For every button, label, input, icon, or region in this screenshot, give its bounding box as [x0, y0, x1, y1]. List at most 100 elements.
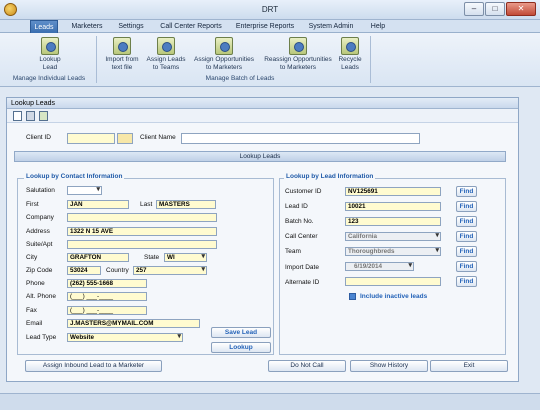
call-center-select[interactable]: California [345, 232, 441, 241]
alt-phone-input[interactable]: (___) ___-____ [67, 292, 147, 301]
tab-marketers[interactable]: Marketers [68, 20, 106, 33]
print-icon[interactable] [26, 111, 35, 121]
ribbon-separator [96, 36, 97, 83]
reassign-opportunities-button[interactable]: Reassign Opportunities to Marketers [260, 37, 336, 72]
lead-type-label: Lead Type [26, 334, 57, 341]
team-select[interactable]: Thoroughbreds [345, 247, 441, 256]
fax-input[interactable]: (___) ___-____ [67, 306, 147, 315]
suite-input[interactable] [67, 240, 217, 249]
import-date-picker[interactable]: 6/19/2014 [345, 262, 414, 271]
group-label-batch: Manage Batch of Leads [205, 75, 275, 82]
recycle-leads-button[interactable]: Recycle Leads [334, 37, 366, 72]
lead-info-legend: Lookup by Lead Information [284, 173, 376, 180]
import-file-icon [113, 37, 131, 55]
city-label: City [26, 254, 38, 261]
country-select[interactable]: 257 [133, 266, 207, 275]
address-input[interactable]: 1322 N 15 AVE [67, 227, 217, 236]
batch-no-input[interactable]: 123 [345, 217, 441, 226]
suite-label: Suite/Apt [26, 241, 53, 248]
tab-help[interactable]: Help [366, 20, 390, 33]
tab-enterprise-reports[interactable]: Enterprise Reports [234, 20, 296, 33]
status-bar [0, 393, 540, 410]
find-alternate-id-button[interactable]: Find [456, 276, 477, 287]
find-team-button[interactable]: Find [456, 246, 477, 257]
first-name-input[interactable]: JAN [67, 200, 129, 209]
phone-input[interactable]: (262) 555-1668 [67, 279, 147, 288]
tab-system-admin[interactable]: System Admin [306, 20, 356, 33]
zip-code-label: Zip Code [26, 267, 53, 274]
client-name-label: Client Name [140, 134, 176, 141]
phone-label: Phone [26, 280, 45, 287]
state-label: State [144, 254, 160, 261]
new-document-icon[interactable] [13, 111, 22, 121]
minimize-button[interactable]: – [464, 2, 484, 16]
email-label: Email [26, 320, 43, 327]
company-label: Company [26, 214, 54, 221]
lead-id-input[interactable]: 10021 [345, 202, 441, 211]
maximize-button[interactable]: □ [485, 2, 505, 16]
folder-browse-icon[interactable] [117, 133, 133, 144]
lookup-leads-section-header: Lookup Leads [14, 151, 506, 162]
group-label-individual: Manage Individual Leads [12, 75, 86, 82]
export-icon[interactable] [39, 111, 48, 121]
import-text-file-button[interactable]: Import from text file [100, 37, 144, 72]
lookup-button[interactable]: Lookup [211, 342, 271, 353]
client-id-label: Client ID [26, 134, 51, 141]
close-button[interactable]: ✕ [506, 2, 536, 16]
find-customer-id-button[interactable]: Find [456, 186, 477, 197]
last-name-input[interactable]: MASTERS [156, 200, 216, 209]
magnifier-icon [41, 37, 59, 55]
save-lead-button[interactable]: Save Lead [211, 327, 271, 338]
lead-type-select[interactable]: Website [67, 333, 183, 342]
find-batch-no-button[interactable]: Find [456, 216, 477, 227]
alt-phone-label: Alt. Phone [26, 293, 56, 300]
fax-label: Fax [26, 307, 37, 314]
alternate-id-input[interactable] [345, 277, 441, 286]
assign-team-icon [157, 37, 175, 55]
panel-title: Lookup Leads [7, 98, 518, 109]
find-lead-id-button[interactable]: Find [456, 201, 477, 212]
state-select[interactable]: WI [164, 253, 207, 262]
salutation-label: Salutation [26, 187, 55, 194]
window-title: DRT [261, 5, 279, 14]
do-not-call-button[interactable]: Do Not Call [268, 360, 346, 372]
customer-id-input[interactable]: NV125691 [345, 187, 441, 196]
country-label: Country [106, 267, 129, 274]
tab-call-center-reports[interactable]: Call Center Reports [158, 20, 224, 33]
address-label: Address [26, 228, 50, 235]
assign-inbound-lead-button[interactable]: Assign Inbound Lead to a Marketer [25, 360, 162, 372]
recycle-icon [341, 37, 359, 55]
first-name-label: First [26, 201, 39, 208]
email-input[interactable]: J.MASTERS@MYMAIL.COM [67, 319, 200, 328]
customer-id-label: Customer ID [285, 188, 322, 195]
team-label: Team [285, 248, 301, 255]
lookup-lead-ribbon-button[interactable]: Lookup Lead [30, 37, 70, 72]
panel-toolbar [7, 109, 518, 123]
ribbon: Lookup Lead Manage Individual Leads Impo… [0, 33, 540, 87]
tab-leads[interactable]: Leads [30, 20, 58, 33]
show-history-button[interactable]: Show History [350, 360, 428, 372]
reassign-marketer-icon [289, 37, 307, 55]
lead-id-label: Lead ID [285, 203, 308, 210]
zip-code-input[interactable]: 53024 [67, 266, 101, 275]
client-id-input[interactable] [67, 133, 115, 144]
exit-button[interactable]: Exit [430, 360, 508, 372]
import-date-label: Import Date [285, 264, 319, 271]
include-inactive-label: Include inactive leads [360, 293, 428, 300]
alternate-id-label: Alternate ID [285, 279, 320, 286]
batch-no-label: Batch No. [285, 218, 314, 225]
client-name-input[interactable] [181, 133, 420, 144]
include-inactive-checkbox[interactable] [349, 293, 356, 300]
ribbon-separator [370, 36, 371, 83]
tab-settings[interactable]: Settings [114, 20, 148, 33]
company-input[interactable] [67, 213, 217, 222]
assign-opportunities-button[interactable]: Assign Opportunities to Marketers [190, 37, 258, 72]
last-name-label: Last [140, 201, 153, 208]
find-call-center-button[interactable]: Find [456, 231, 477, 242]
assign-leads-to-teams-button[interactable]: Assign Leads to Teams [144, 37, 188, 72]
assign-marketer-icon [215, 37, 233, 55]
salutation-select[interactable] [67, 186, 102, 195]
call-center-label: Call Center [285, 233, 318, 240]
city-input[interactable]: GRAFTON [67, 253, 129, 262]
find-import-date-button[interactable]: Find [456, 261, 477, 272]
